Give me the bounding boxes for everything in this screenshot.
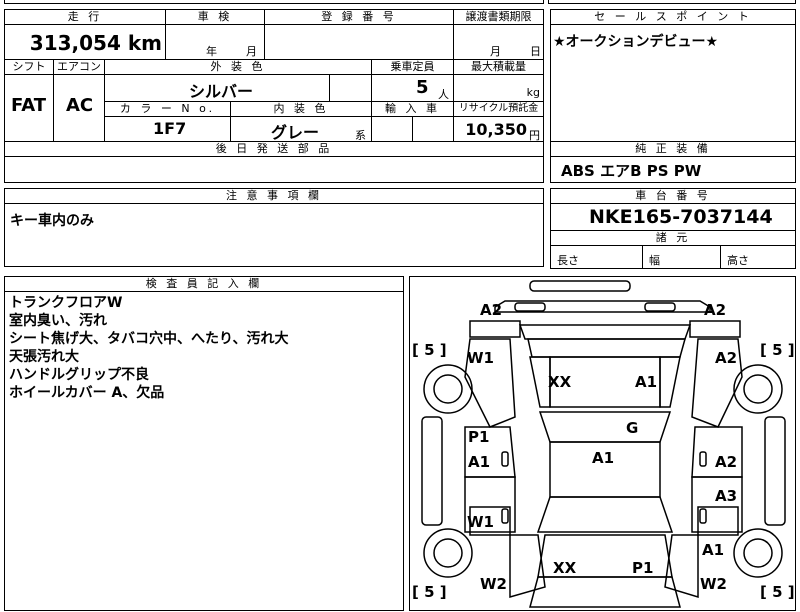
seats-label: 乗車定員 (371, 59, 454, 75)
sales-label: セ ー ル ス ポ イ ン ト (550, 9, 796, 25)
notes-label: 注 意 事 項 欄 (4, 188, 544, 204)
ac-label: エアコン (53, 59, 105, 75)
label-rear-a1: A1 (635, 373, 658, 391)
inspector-cell: トランクフロアW 室内臭い、汚れ シート焦げ大、タバコ穴中、へたり、汚れ大 天張… (4, 291, 404, 611)
later-parts-label: 後 日 発 送 部 品 (4, 141, 544, 157)
label-g: G (626, 419, 639, 437)
exterior-value: シルバー (189, 82, 254, 101)
label-w2-left: W2 (480, 575, 507, 593)
inspection-year: 年 (206, 45, 217, 58)
mileage-label: 走 行 (4, 9, 166, 25)
sales-cell: ★オークションデビュー★ (550, 24, 796, 142)
recycle-label: リサイクル預託金 (453, 101, 544, 117)
equipment-cell: ABS エアB PS PW (550, 156, 796, 183)
label-w1-bottom: W1 (467, 513, 494, 531)
inspection-label: 車 検 (165, 9, 265, 25)
label-a2-right-top: A2 (715, 349, 738, 367)
equipment-value: ABS エアB PS PW (561, 162, 702, 180)
notes-cell: キー車内のみ (4, 203, 544, 267)
label-front-xx: XX (553, 559, 577, 577)
seats-value: 5 (416, 77, 429, 98)
exterior-cell-extra (329, 74, 372, 102)
transfer-cell: 月 日 (453, 24, 544, 60)
height-label: 高さ (727, 254, 749, 267)
shift-label: シフト (4, 59, 54, 75)
mileage-cell: 313,054 km (4, 24, 166, 60)
top-cropped-row (4, 0, 544, 4)
shift-value: FAT (11, 95, 47, 116)
load-cell: kg (453, 74, 544, 102)
label-a3-right: A3 (715, 487, 738, 505)
inspector-line: シート焦げ大、タバコ穴中、へたり、汚れ大 (9, 331, 289, 347)
import-label: 輸 入 車 (371, 101, 454, 117)
ac-value: AC (66, 95, 94, 116)
recycle-cell: 10,350 円 (453, 116, 544, 142)
label-rear-left: A2 (480, 301, 503, 319)
dims-label: 諸 元 (550, 230, 796, 246)
inspector-line: ハンドルグリップ不良 (9, 367, 149, 383)
inspector-line: ホイールカバー A、欠品 (9, 385, 165, 401)
label-a2-right-mid: A2 (715, 453, 738, 471)
inspector-line: 室内臭い、汚れ (9, 313, 107, 329)
chassis-value: NKE165-7037144 (589, 206, 773, 228)
chassis-label: 車 台 番 号 (550, 188, 796, 204)
load-unit: kg (526, 86, 540, 99)
inspection-cell: 年 月 (165, 24, 265, 60)
inspector-line: トランクフロアW (9, 295, 123, 311)
registration-label: 登 録 番 号 (264, 9, 454, 25)
car-diagram: A2 A2 [ 5 ] [ 5 ] W1 A2 XX A1 G P1 A1 A1… (409, 276, 796, 611)
tire-front-right: [ 5 ] (760, 583, 795, 601)
color-no-value: 1F7 (153, 119, 187, 138)
mileage-value: 313,054 km (29, 31, 162, 55)
width-label: 幅 (649, 254, 660, 267)
notes-text: キー車内のみ (10, 213, 94, 229)
interior-cell: グレー 系 (230, 116, 372, 142)
chassis-cell: NKE165-7037144 (550, 203, 796, 231)
label-p1-left: P1 (468, 428, 490, 446)
shift-cell: FAT (4, 74, 54, 142)
transfer-month: 月 (490, 45, 501, 58)
label-rear-right: A2 (704, 301, 727, 319)
inspector-label: 検 査 員 記 入 欄 (4, 276, 404, 292)
interior-unit: 系 (355, 129, 366, 142)
label-a1-left: A1 (468, 453, 491, 471)
tire-front-left: [ 5 ] (412, 583, 447, 601)
width-cell: 幅 (642, 245, 721, 269)
color-no-cell: 1F7 (104, 116, 231, 142)
import-cell-b (412, 116, 454, 142)
height-cell: 高さ (720, 245, 796, 269)
load-label: 最大積載量 (453, 59, 544, 75)
label-w2-right: W2 (700, 575, 727, 593)
top-cropped-row-right (548, 0, 796, 4)
label-front-p1: P1 (632, 559, 654, 577)
length-label: 長さ (557, 254, 579, 267)
sales-text: ★オークションデビュー★ (553, 34, 719, 50)
recycle-value: 10,350 (465, 120, 527, 139)
recycle-unit: 円 (529, 129, 540, 142)
color-no-label: カ ラ ー N o. (104, 101, 231, 117)
tire-rear-left: [ 5 ] (412, 341, 447, 359)
registration-cell (264, 24, 454, 60)
seats-unit: 人 (438, 88, 449, 101)
equipment-label: 純 正 装 備 (550, 141, 796, 157)
seats-cell: 5 人 (371, 74, 454, 102)
interior-label: 内 装 色 (230, 101, 372, 117)
later-parts-cell (4, 156, 544, 183)
transfer-day: 日 (530, 45, 541, 58)
exterior-cell: シルバー (104, 74, 330, 102)
label-a1-center: A1 (592, 449, 615, 467)
import-cell-a (371, 116, 413, 142)
label-w1-top: W1 (467, 349, 494, 367)
tire-rear-right: [ 5 ] (760, 341, 795, 359)
transfer-label: 譲渡書類期限 (453, 9, 544, 25)
interior-value: グレー (271, 123, 320, 142)
inspector-line: 天張汚れ大 (9, 349, 79, 365)
length-cell: 長さ (550, 245, 643, 269)
label-rear-xx: XX (548, 373, 572, 391)
exterior-label: 外 装 色 (104, 59, 372, 75)
label-a1-right-bottom: A1 (702, 541, 725, 559)
ac-cell: AC (53, 74, 105, 142)
inspection-month: 月 (246, 45, 257, 58)
